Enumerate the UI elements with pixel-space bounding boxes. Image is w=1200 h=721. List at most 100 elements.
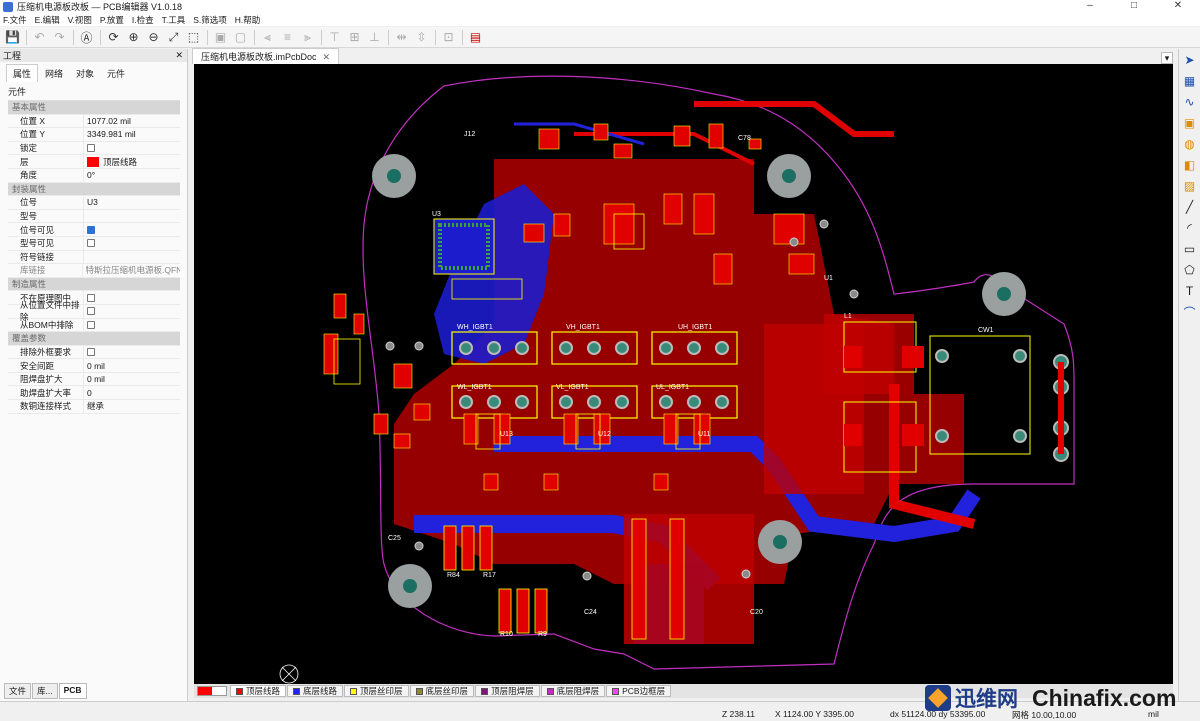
paste-field[interactable]: 0	[84, 388, 92, 398]
layer-tab-top-mask[interactable]: 顶层阻焊层	[475, 685, 540, 697]
place-footprint-icon[interactable]: ▦	[1182, 73, 1198, 89]
menu-help[interactable]: H.帮助	[235, 14, 261, 26]
align-right-icon[interactable]: ⫸	[299, 29, 316, 46]
tab-library[interactable]: 库...	[32, 683, 58, 699]
tab-nets[interactable]: 网络	[39, 65, 69, 82]
tab-dropdown-icon[interactable]: ▾	[1161, 52, 1173, 64]
lock-checkbox[interactable]	[87, 144, 95, 153]
grid-align-icon[interactable]: ⊡	[440, 29, 457, 46]
mask-field[interactable]: 0 mil	[84, 374, 105, 384]
measure-icon[interactable]: ⌒	[1182, 304, 1198, 320]
draw-rect-icon[interactable]: ▭	[1182, 241, 1198, 257]
drc-check-icon[interactable]: ▤	[467, 29, 484, 46]
menu-tools[interactable]: T.工具	[162, 14, 186, 26]
doc-tab-close-icon[interactable]: ✕	[323, 52, 331, 62]
menu-inspect[interactable]: I.检查	[132, 14, 154, 26]
menu-file[interactable]: F.文件	[3, 14, 27, 26]
pcb-canvas[interactable]: UH_IGBT1 VH_IGBT1 WH_IGBT1 UL_IGBT1 VL_I…	[194, 64, 1173, 684]
ungroup-icon[interactable]: ▢	[232, 29, 249, 46]
model-visible-checkbox[interactable]	[87, 239, 95, 248]
top-trace	[694, 101, 894, 137]
zoom-in-icon[interactable]: ⊕	[125, 29, 142, 46]
align-top-icon[interactable]: ⊤	[326, 29, 343, 46]
exclude-bom-checkbox[interactable]	[87, 320, 95, 329]
draw-line-icon[interactable]: ╱	[1182, 199, 1198, 215]
layer-tab-edge-cuts[interactable]: PCB边框层	[606, 685, 672, 697]
layer-tab-top-silk[interactable]: 顶层丝印层	[344, 685, 409, 697]
section-override[interactable]: 覆盖参数	[8, 332, 180, 346]
align-center-h-icon[interactable]: ≡	[279, 29, 296, 46]
group-icon[interactable]: ▣	[212, 29, 229, 46]
menu-view[interactable]: V.视图	[68, 14, 92, 26]
exclude-courtyard-checkbox[interactable]	[87, 347, 95, 356]
menu-filter[interactable]: S.筛选项	[193, 14, 227, 26]
layer-tab-bottom-silk[interactable]: 底层丝印层	[409, 685, 475, 697]
section-basic[interactable]: 基本属性	[8, 101, 180, 115]
save-icon[interactable]: 💾	[4, 29, 21, 46]
place-pad-icon[interactable]: ◍	[1182, 136, 1198, 152]
ref-field[interactable]: U3	[84, 197, 98, 207]
layer-color-swatch	[87, 156, 99, 167]
label-c20: C20	[750, 609, 763, 616]
draw-polygon-icon[interactable]: ⬠	[1182, 262, 1198, 278]
panel-subtitle: 元件	[8, 87, 27, 97]
lib-link-field[interactable]: 特斯拉压缩机电源板.QFN	[83, 264, 181, 276]
zone-field[interactable]: 继承	[84, 400, 104, 412]
close-button[interactable]: ✕	[1156, 0, 1200, 13]
tab-properties[interactable]: 属性	[6, 64, 39, 82]
tab-objects[interactable]: 对象	[70, 65, 100, 82]
prop-row: 层顶层线路	[8, 155, 180, 169]
place-via-icon[interactable]: ◧	[1182, 157, 1198, 173]
tab-pcb[interactable]: PCB	[58, 683, 87, 699]
prop-row: 位置 Y 3349.981 mil	[8, 128, 180, 142]
label-u11: U11	[698, 431, 710, 438]
current-layer-indicator[interactable]	[197, 686, 227, 696]
maximize-button[interactable]: □	[1112, 0, 1156, 13]
layer-tab-bottom-mask[interactable]: 底层阻焊层	[540, 685, 606, 697]
undo-icon[interactable]: ↶	[31, 29, 48, 46]
prop-row: 从BOM中排除	[8, 318, 180, 333]
label-j12: J12	[464, 131, 475, 138]
not-in-schematic-checkbox[interactable]	[87, 293, 95, 302]
prop-row: 位置 X 1077.02 mil	[8, 114, 180, 129]
tab-files[interactable]: 文件	[4, 683, 32, 699]
align-bottom-icon[interactable]: ⊥	[366, 29, 383, 46]
draw-arc-icon[interactable]: ◜	[1182, 220, 1198, 236]
panel-close-button[interactable]: ✕	[175, 50, 183, 61]
label-r84: R84	[447, 572, 460, 579]
menu-place[interactable]: P.放置	[100, 14, 124, 26]
distribute-h-icon[interactable]: ⇹	[393, 29, 410, 46]
route-track-icon[interactable]: ∿	[1182, 94, 1198, 110]
ref-visible-checkbox[interactable]	[87, 225, 95, 234]
section-package[interactable]: 封装属性	[8, 182, 180, 197]
tab-components[interactable]: 元件	[101, 65, 131, 82]
layer-tab-bottom-copper[interactable]: 底层线路	[287, 685, 344, 697]
pos-x-field[interactable]: 1077.02 mil	[84, 116, 131, 126]
place-text-box-icon[interactable]: ▣	[1182, 115, 1198, 131]
minimize-button[interactable]: –	[1068, 0, 1112, 13]
doc-tab-pcb[interactable]: 压缩机电源板改板.imPcbDoc ✕	[192, 48, 340, 64]
distribute-v-icon[interactable]: ⇳	[413, 29, 430, 46]
layer-tab-top-copper[interactable]: 顶层线路	[230, 685, 287, 697]
exclude-pos-checkbox[interactable]	[87, 307, 95, 316]
pcb-drawing: UH_IGBT1 VH_IGBT1 WH_IGBT1 UL_IGBT1 VL_I…	[279, 75, 1075, 684]
pos-y-field[interactable]: 3349.981 mil	[84, 129, 136, 139]
zoom-out-icon[interactable]: ⊖	[145, 29, 162, 46]
section-manufacture[interactable]: 制造属性	[8, 277, 180, 292]
select-cursor-icon[interactable]: ➤	[1182, 52, 1198, 68]
place-text-icon[interactable]: T	[1182, 283, 1198, 299]
align-center-v-icon[interactable]: ⊞	[346, 29, 363, 46]
inspect-zoom-icon[interactable]: Ⓐ	[78, 29, 95, 46]
menu-edit[interactable]: E.编辑	[35, 14, 60, 26]
redo-icon[interactable]: ↷	[51, 29, 68, 46]
refresh-icon[interactable]: ⟳	[105, 29, 122, 46]
align-left-icon[interactable]: ⫷	[259, 29, 276, 46]
layer-select[interactable]: 顶层线路	[84, 156, 137, 168]
clearance-field[interactable]: 0 mil	[84, 361, 105, 371]
angle-field[interactable]: 0°	[84, 170, 95, 180]
zoom-fit-icon[interactable]: ⤢	[165, 29, 182, 46]
prop-row: 从位置文件中排除	[8, 300, 180, 322]
zoom-area-icon[interactable]: ⬚	[185, 29, 202, 46]
place-zone-icon[interactable]: ▨	[1182, 178, 1198, 194]
prop-row: 助焊盘扩大率 0	[8, 386, 180, 401]
